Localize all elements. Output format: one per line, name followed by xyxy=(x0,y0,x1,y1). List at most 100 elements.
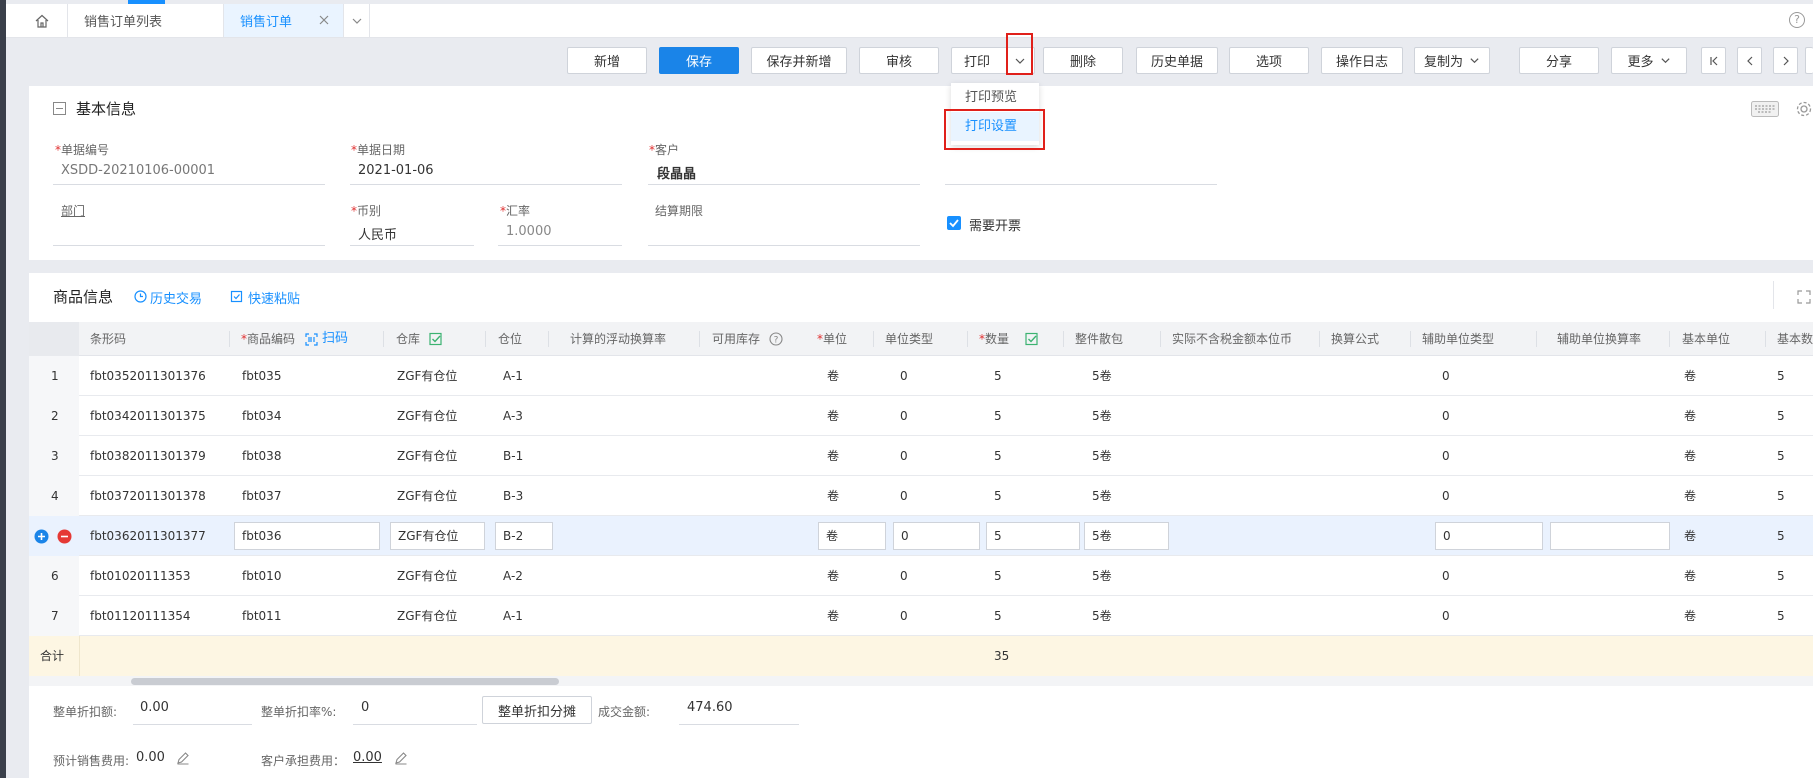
table-row[interactable]: 6 fbt01020111353 fbt010 ZGF有仓位 A-2 卷 0 5… xyxy=(29,556,1813,596)
add-button[interactable]: 新增 xyxy=(567,47,647,74)
department-label[interactable]: 部门 xyxy=(61,202,85,219)
cell-base-qty: 5 xyxy=(1777,569,1785,583)
discount-rate-field[interactable]: 0 xyxy=(361,700,369,715)
cell-base-qty: 5 xyxy=(1777,369,1785,383)
table-row[interactable]: 2 fbt0342011301375 fbt034 ZGF有仓位 A-3 卷 0… xyxy=(29,396,1813,436)
delete-button[interactable]: 删除 xyxy=(1043,47,1123,74)
divider xyxy=(1773,281,1774,309)
col-base-qty: 基本数 xyxy=(1777,332,1813,346)
horizontal-scrollbar[interactable] xyxy=(29,676,1813,686)
options-button[interactable]: 选项 xyxy=(1229,47,1309,74)
cell-aux-type: 0 xyxy=(1442,569,1450,583)
batch-edit-icon[interactable] xyxy=(1025,332,1039,346)
prev-record-button[interactable] xyxy=(1737,47,1762,74)
col-separator xyxy=(1319,331,1320,347)
copy-as-button[interactable]: 复制为 xyxy=(1414,47,1490,74)
col-separator xyxy=(383,331,384,347)
edit-icon[interactable] xyxy=(176,751,190,765)
product-code-input[interactable]: fbt036 xyxy=(234,522,380,550)
gear-icon[interactable] xyxy=(1795,100,1813,118)
row-number: 3 xyxy=(51,449,59,463)
discount-amount-field[interactable]: 0.00 xyxy=(140,700,169,715)
cell-unit-type: 0 xyxy=(900,609,908,623)
last-record-button[interactable] xyxy=(1805,47,1813,74)
tab-label: 销售订单列表 xyxy=(84,15,163,30)
doc-date-field[interactable]: 2021-01-06 xyxy=(358,163,434,178)
discount-spread-button[interactable]: 整单折扣分摊 xyxy=(482,696,592,724)
cell-base-unit: 卷 xyxy=(1684,369,1697,383)
tab-sales-order-list[interactable]: 销售订单列表 xyxy=(68,4,224,37)
save-button[interactable]: 保存 xyxy=(659,47,739,74)
scrollbar-thumb[interactable] xyxy=(131,678,559,685)
tab-label: 销售订单 xyxy=(240,15,293,30)
table-row[interactable]: 1 fbt0352011301376 fbt035 ZGF有仓位 A-1 卷 0… xyxy=(29,356,1813,396)
batch-edit-icon[interactable] xyxy=(429,332,443,346)
operation-log-button[interactable]: 操作日志 xyxy=(1321,47,1403,74)
settle-period-underline xyxy=(648,245,920,246)
quantity-input[interactable]: 5 xyxy=(986,522,1080,550)
cell-unit-type: 0 xyxy=(900,409,908,423)
table-row-editing[interactable]: fbt0362011301377 fbt036 ZGF有仓位 B-2 卷 0 5… xyxy=(29,516,1813,556)
edit-icon[interactable] xyxy=(394,751,408,765)
cell-warehouse: ZGF有仓位 xyxy=(397,409,458,423)
scan-link[interactable]: 扫码 xyxy=(322,322,348,356)
tab-more-button[interactable] xyxy=(344,4,370,37)
cell-unit: 卷 xyxy=(827,489,840,503)
goods-info-card: 商品信息 历史交易 快速粘贴 条形码 *商品编码 扫码 仓库 仓位 计算的浮动换… xyxy=(29,273,1813,686)
share-button[interactable]: 分享 xyxy=(1519,47,1599,74)
customer-cost-value[interactable]: 0.00 xyxy=(353,750,382,765)
next-record-button[interactable] xyxy=(1773,47,1798,74)
unit-type-input[interactable]: 0 xyxy=(893,522,980,550)
home-tab[interactable] xyxy=(16,4,68,37)
row-number: 4 xyxy=(51,489,59,503)
audit-button[interactable]: 审核 xyxy=(859,47,939,74)
pack-input[interactable]: 5卷 xyxy=(1084,522,1169,550)
col-aux-unit-rate: 辅助单位换算率 xyxy=(1557,332,1642,346)
location-input[interactable]: B-2 xyxy=(495,522,553,550)
home-icon xyxy=(35,14,48,28)
warehouse-input[interactable]: ZGF有仓位 xyxy=(390,522,485,550)
unit-input[interactable]: 卷 xyxy=(818,522,886,550)
expand-icon[interactable] xyxy=(1797,290,1811,304)
add-row-icon[interactable] xyxy=(34,529,49,544)
tab-sales-order[interactable]: 销售订单 xyxy=(224,4,344,37)
invoice-label: 需要开票 xyxy=(969,219,1022,234)
aux-rate-input[interactable] xyxy=(1550,522,1670,550)
rate-field[interactable]: 1.0000 xyxy=(506,224,552,239)
aux-type-input[interactable]: 0 xyxy=(1435,522,1543,550)
question-icon[interactable]: ? xyxy=(769,332,783,346)
quick-paste-link[interactable]: 快速粘贴 xyxy=(248,288,300,307)
cell-base-unit: 卷 xyxy=(1684,449,1697,463)
cell-unit-type: 0 xyxy=(900,369,908,383)
doc-no-label: *单据编号 xyxy=(55,143,110,157)
history-docs-button[interactable]: 历史单据 xyxy=(1136,47,1218,74)
col-separator xyxy=(1160,331,1161,347)
collapse-icon[interactable] xyxy=(53,102,66,115)
close-icon[interactable] xyxy=(317,13,331,27)
table-row[interactable]: 7 fbt01120111354 fbt011 ZGF有仓位 A-1 卷 0 5… xyxy=(29,596,1813,636)
more-button[interactable]: 更多 xyxy=(1611,47,1687,74)
history-trade-link[interactable]: 历史交易 xyxy=(150,288,202,307)
col-amount: 实际不含税金额本位币 xyxy=(1172,332,1293,346)
cell-warehouse: ZGF有仓位 xyxy=(397,569,458,583)
print-preview-item[interactable]: 打印预览 xyxy=(951,83,1039,112)
remove-row-icon[interactable] xyxy=(57,529,72,544)
cell-code: fbt035 xyxy=(242,369,282,383)
save-and-new-button[interactable]: 保存并新增 xyxy=(751,47,847,74)
table-row[interactable]: 3 fbt0382011301379 fbt038 ZGF有仓位 B-1 卷 0… xyxy=(29,436,1813,476)
help-icon[interactable]: ? xyxy=(1789,12,1805,28)
cell-aux-type: 0 xyxy=(1442,449,1450,463)
col-separator xyxy=(873,331,874,347)
invoice-checkbox[interactable] xyxy=(947,216,961,230)
discount-rate-underline xyxy=(353,724,477,725)
first-record-button[interactable] xyxy=(1701,47,1726,74)
cell-barcode: fbt0372011301378 xyxy=(90,489,206,503)
customer-field[interactable]: 段晶晶 xyxy=(657,163,696,182)
cell-aux-type: 0 xyxy=(1442,609,1450,623)
col-available-stock: 可用库存 xyxy=(712,332,761,346)
cell-barcode: fbt01020111353 xyxy=(90,569,191,583)
keyboard-icon[interactable] xyxy=(1751,101,1779,117)
currency-field[interactable]: 人民币 xyxy=(358,224,397,243)
scan-icon[interactable] xyxy=(305,333,318,346)
table-row[interactable]: 4 fbt0372011301378 fbt037 ZGF有仓位 B-3 卷 0… xyxy=(29,476,1813,516)
